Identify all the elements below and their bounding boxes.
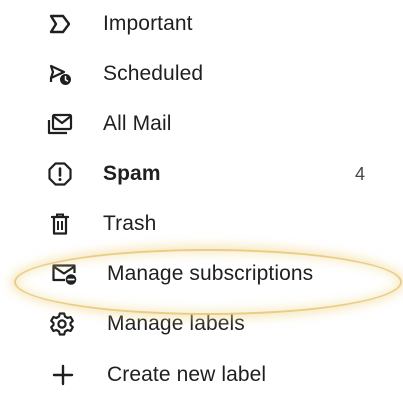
- unread-count-badge: 4: [354, 164, 365, 184]
- sidebar-item-label: Spam: [103, 162, 161, 185]
- manage-subscriptions-icon: [50, 261, 78, 287]
- sidebar-item-important[interactable]: Important: [0, 2, 403, 46]
- sidebar-item-all-mail[interactable]: All Mail: [0, 102, 403, 146]
- sidebar-item-label: All Mail: [103, 112, 172, 135]
- sidebar-item-label: Trash: [103, 212, 157, 235]
- sidebar-item-scheduled[interactable]: Scheduled: [0, 52, 403, 96]
- gear-icon: [48, 311, 76, 337]
- scheduled-send-icon: [46, 61, 74, 87]
- create-new-label-button[interactable]: Create new label: [0, 353, 403, 397]
- sidebar-item-label: Manage labels: [107, 312, 245, 335]
- sidebar-item-manage-labels[interactable]: Manage labels: [0, 302, 403, 346]
- trash-icon: [46, 211, 74, 237]
- sidebar-nav: Important Scheduled All Mail Spam 4 Tras…: [0, 0, 403, 403]
- sidebar-item-label: Create new label: [107, 363, 267, 386]
- all-mail-icon: [46, 111, 74, 137]
- sidebar-item-label: Important: [103, 12, 193, 35]
- sidebar-item-label: Manage subscriptions: [107, 262, 314, 285]
- important-icon: [46, 11, 74, 37]
- sidebar-item-manage-subscriptions[interactable]: Manage subscriptions: [0, 252, 403, 296]
- sidebar-item-label: Scheduled: [103, 62, 204, 85]
- spam-icon: [46, 161, 74, 187]
- sidebar-item-spam[interactable]: Spam 4: [0, 152, 403, 196]
- sidebar-item-trash[interactable]: Trash: [0, 202, 403, 246]
- plus-icon: [50, 362, 78, 388]
